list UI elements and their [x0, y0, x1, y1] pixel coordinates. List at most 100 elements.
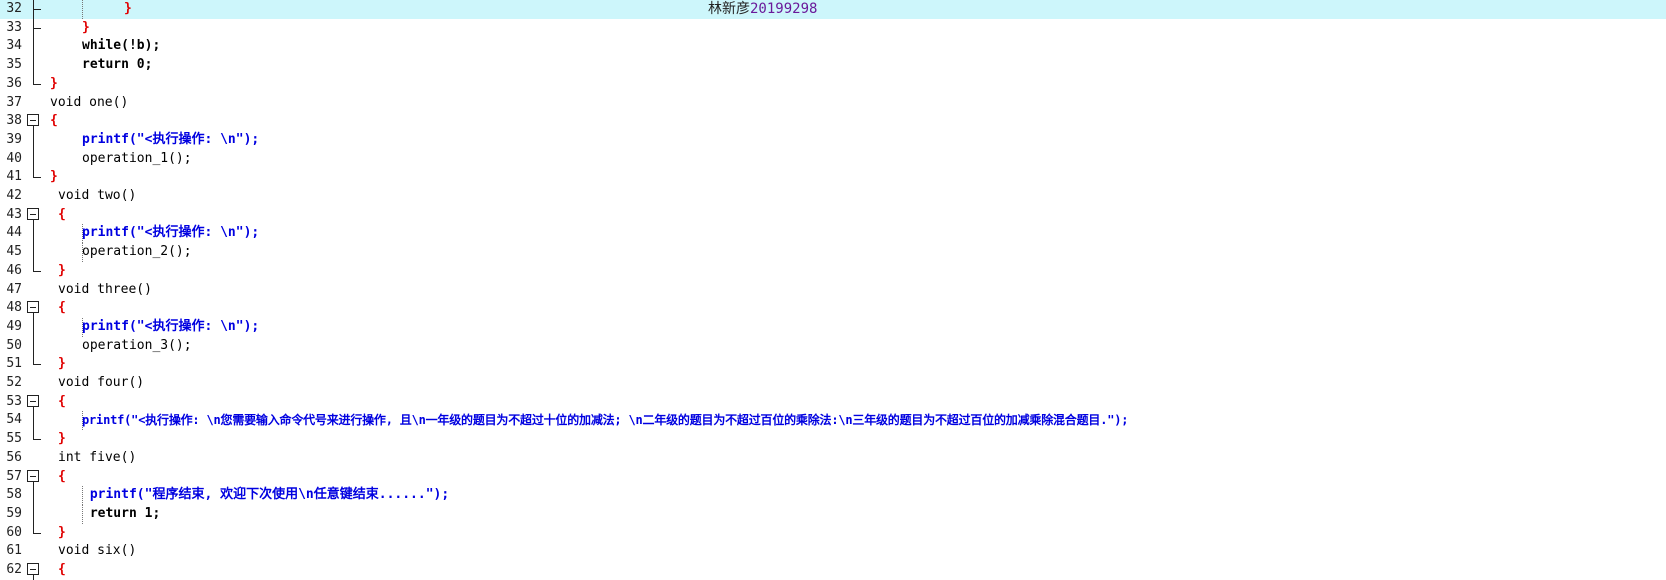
- code-text[interactable]: printf("<执行操作: \n");: [82, 317, 259, 337]
- code-text[interactable]: void one(): [50, 94, 128, 113]
- code-line[interactable]: 49 printf("<执行操作: \n");: [0, 317, 1666, 337]
- code-line[interactable]: 60 }: [0, 523, 1666, 543]
- code-text[interactable]: void six(): [58, 542, 136, 561]
- code-line[interactable]: 62 {: [0, 561, 1666, 580]
- code-line[interactable]: 54 printf("<执行操作: \n您需要输入命令代号来进行操作, 且\n一…: [0, 411, 1666, 431]
- code-line[interactable]: 50 operation_3();: [0, 336, 1666, 356]
- code-text[interactable]: }: [50, 168, 58, 187]
- code-text[interactable]: printf("<执行操作: \n");: [82, 224, 259, 244]
- line-number: 62: [6, 562, 22, 577]
- line-number: 34: [6, 38, 22, 54]
- line-number: 32: [6, 1, 22, 16]
- collapse-icon: [27, 469, 39, 482]
- code-text[interactable]: return 0;: [82, 56, 152, 75]
- fold-guide: [26, 411, 42, 431]
- code-text[interactable]: void three(): [58, 281, 152, 300]
- code-text[interactable]: printf("程序结束, 欢迎下次使用\n任意键结束......");: [82, 486, 449, 505]
- code-editor[interactable]: 32 } 林新彦20199298 33 } 34 while(!b); 35 r…: [0, 0, 1666, 580]
- code-line[interactable]: 58 printf("程序结束, 欢迎下次使用\n任意键结束......");: [0, 486, 1666, 505]
- code-line[interactable]: 39 printf("<执行操作: \n");: [0, 130, 1666, 150]
- code-text[interactable]: {: [58, 206, 66, 225]
- code-line[interactable]: 32 } 林新彦20199298: [0, 0, 1666, 19]
- code-text[interactable]: {: [58, 561, 66, 580]
- line-number: 53: [6, 393, 22, 409]
- code-text[interactable]: {: [50, 112, 58, 131]
- code-line[interactable]: 57 {: [0, 468, 1666, 487]
- code-text[interactable]: void two(): [58, 187, 136, 206]
- line-number: 46: [6, 262, 22, 278]
- code-line[interactable]: 53 {: [0, 393, 1666, 412]
- line-number: 39: [6, 131, 22, 147]
- fold-toggle[interactable]: [26, 468, 42, 487]
- line-number: 43: [6, 206, 22, 222]
- code-text[interactable]: }: [58, 355, 66, 374]
- code-line[interactable]: 41 }: [0, 168, 1666, 187]
- fold-guide: [26, 486, 42, 505]
- code-line[interactable]: 40 operation_1();: [0, 149, 1666, 169]
- code-line[interactable]: 44 printf("<执行操作: \n");: [0, 224, 1666, 244]
- line-number: 57: [6, 468, 22, 484]
- code-text[interactable]: {: [58, 468, 66, 487]
- fold-end: [26, 355, 42, 374]
- code-line[interactable]: 38 {: [0, 112, 1666, 131]
- fold-toggle[interactable]: [26, 393, 42, 412]
- fold-toggle[interactable]: [26, 206, 42, 225]
- fold-end: [26, 261, 42, 281]
- fold-toggle[interactable]: [26, 561, 42, 580]
- code-text[interactable]: {: [58, 299, 66, 318]
- code-line[interactable]: 55 }: [0, 430, 1666, 449]
- code-line[interactable]: 48 {: [0, 299, 1666, 318]
- line-number: 38: [6, 113, 22, 129]
- code-line[interactable]: 46 }: [0, 261, 1666, 281]
- code-line[interactable]: 61 void six(): [0, 542, 1666, 561]
- code-line[interactable]: 51 }: [0, 355, 1666, 374]
- code-text[interactable]: operation_1();: [82, 150, 192, 169]
- code-line[interactable]: 45 operation_2();: [0, 243, 1666, 262]
- line-number: 58: [6, 487, 22, 503]
- code-text[interactable]: }: [82, 0, 132, 19]
- code-line[interactable]: 43 {: [0, 206, 1666, 225]
- collapse-icon: [27, 563, 39, 575]
- fold-guide: [26, 18, 42, 38]
- code-text[interactable]: }: [58, 262, 66, 281]
- code-line[interactable]: 36 }: [0, 74, 1666, 94]
- code-line[interactable]: 37 void one(): [0, 94, 1666, 113]
- code-text[interactable]: while(!b);: [82, 37, 160, 56]
- code-line[interactable]: 33 }: [0, 18, 1666, 38]
- fold-toggle[interactable]: [26, 299, 42, 318]
- code-text[interactable]: return 1;: [82, 504, 160, 524]
- code-text[interactable]: printf("<执行操作: \n您需要输入命令代号来进行操作, 且\n一年级的…: [82, 411, 1128, 431]
- code-text[interactable]: }: [58, 430, 66, 449]
- code-line[interactable]: 52 void four(): [0, 374, 1666, 393]
- code-text[interactable]: operation_2();: [82, 243, 192, 262]
- fold-toggle[interactable]: [26, 112, 42, 131]
- fold-end: [26, 168, 42, 187]
- line-number: 50: [6, 337, 22, 353]
- code-line[interactable]: 34 while(!b);: [0, 37, 1666, 57]
- line-number: 42: [6, 188, 22, 203]
- code-line[interactable]: 35 return 0;: [0, 56, 1666, 75]
- code-line[interactable]: 56 int five(): [0, 449, 1666, 468]
- collapse-icon: [27, 207, 39, 220]
- fold-guide: [26, 243, 42, 262]
- code-text[interactable]: }: [82, 19, 90, 38]
- line-number: 59: [6, 505, 22, 521]
- code-text[interactable]: int five(): [58, 449, 136, 468]
- line-number: 55: [6, 431, 22, 447]
- code-text[interactable]: void four(): [58, 374, 144, 393]
- code-line[interactable]: 59 return 1;: [0, 504, 1666, 524]
- fold-guide: [26, 37, 42, 57]
- line-number: 44: [6, 225, 22, 241]
- code-line[interactable]: 47 void three(): [0, 281, 1666, 300]
- line-number: 49: [6, 318, 22, 334]
- code-text[interactable]: printf("<执行操作: \n");: [82, 131, 259, 150]
- code-text[interactable]: operation_3();: [82, 337, 192, 356]
- code-line[interactable]: 42 void two(): [0, 187, 1666, 206]
- fold-guide: [26, 317, 42, 337]
- collapse-icon: [27, 301, 39, 314]
- watermark-id: 20199298: [750, 1, 818, 17]
- line-number: 60: [6, 524, 22, 540]
- code-text[interactable]: {: [58, 393, 66, 412]
- code-text[interactable]: }: [58, 524, 66, 543]
- code-text[interactable]: }: [50, 75, 58, 94]
